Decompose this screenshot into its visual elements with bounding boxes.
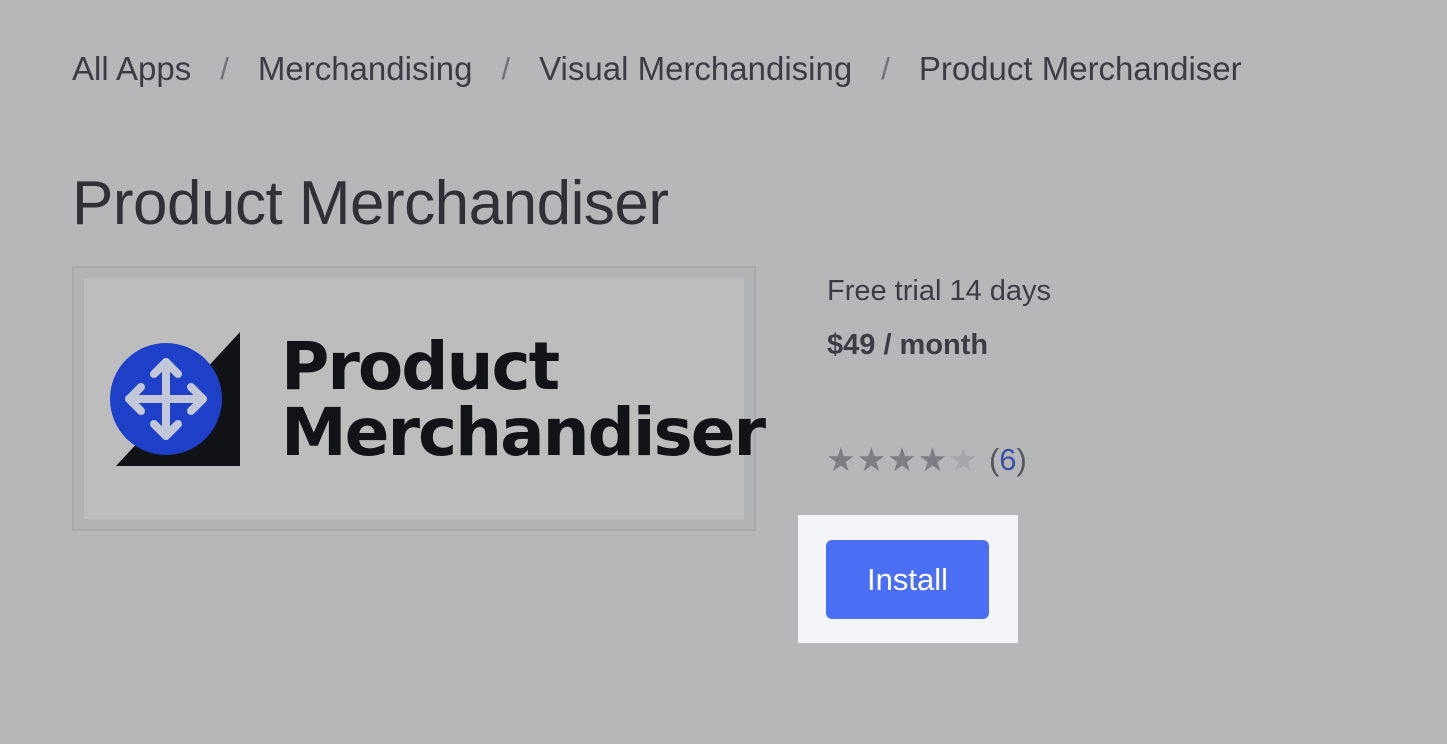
review-count-open-paren: (: [988, 442, 1000, 477]
review-count-close-paren: ): [1016, 442, 1027, 477]
move-arrows-icon: [110, 332, 240, 466]
app-logo: Product Merchandiser: [72, 266, 766, 531]
breadcrumb-separator: /: [501, 51, 511, 86]
breadcrumb-current: Product Merchandiser: [918, 50, 1242, 87]
breadcrumb-all-apps[interactable]: All Apps: [72, 50, 191, 88]
breadcrumb: All Apps / Merchandising / Visual Mercha…: [72, 46, 1242, 92]
review-count-link[interactable]: 6: [999, 442, 1016, 478]
app-logo-line1: Product: [281, 328, 560, 405]
star-icon: ★: [826, 441, 856, 478]
install-button[interactable]: Install: [826, 540, 989, 619]
page-title: Product Merchandiser: [72, 169, 669, 238]
star-icon: ★: [887, 441, 917, 478]
star-icon: ★: [856, 441, 887, 478]
star-empty-icon: ★: [948, 441, 978, 478]
breadcrumb-separator: /: [220, 51, 229, 86]
free-trial-text: Free trial 14 days: [827, 275, 1052, 307]
app-logo-wordmark: Product Merchandiser: [281, 328, 766, 471]
rating: ★ ★ ★ ★ ★ (6): [826, 438, 1027, 482]
breadcrumb-visual-merchandising[interactable]: Visual Merchandising: [539, 50, 852, 88]
app-logo-line2: Merchandiser: [281, 394, 766, 471]
star-icon: ★: [917, 441, 948, 478]
price-text: $49 / month: [827, 329, 989, 361]
breadcrumb-separator: /: [881, 51, 890, 86]
breadcrumb-merchandising[interactable]: Merchandising: [258, 50, 473, 88]
app-logo-panel: Product Merchandiser: [84, 278, 766, 519]
install-highlight: Install: [798, 515, 1018, 643]
